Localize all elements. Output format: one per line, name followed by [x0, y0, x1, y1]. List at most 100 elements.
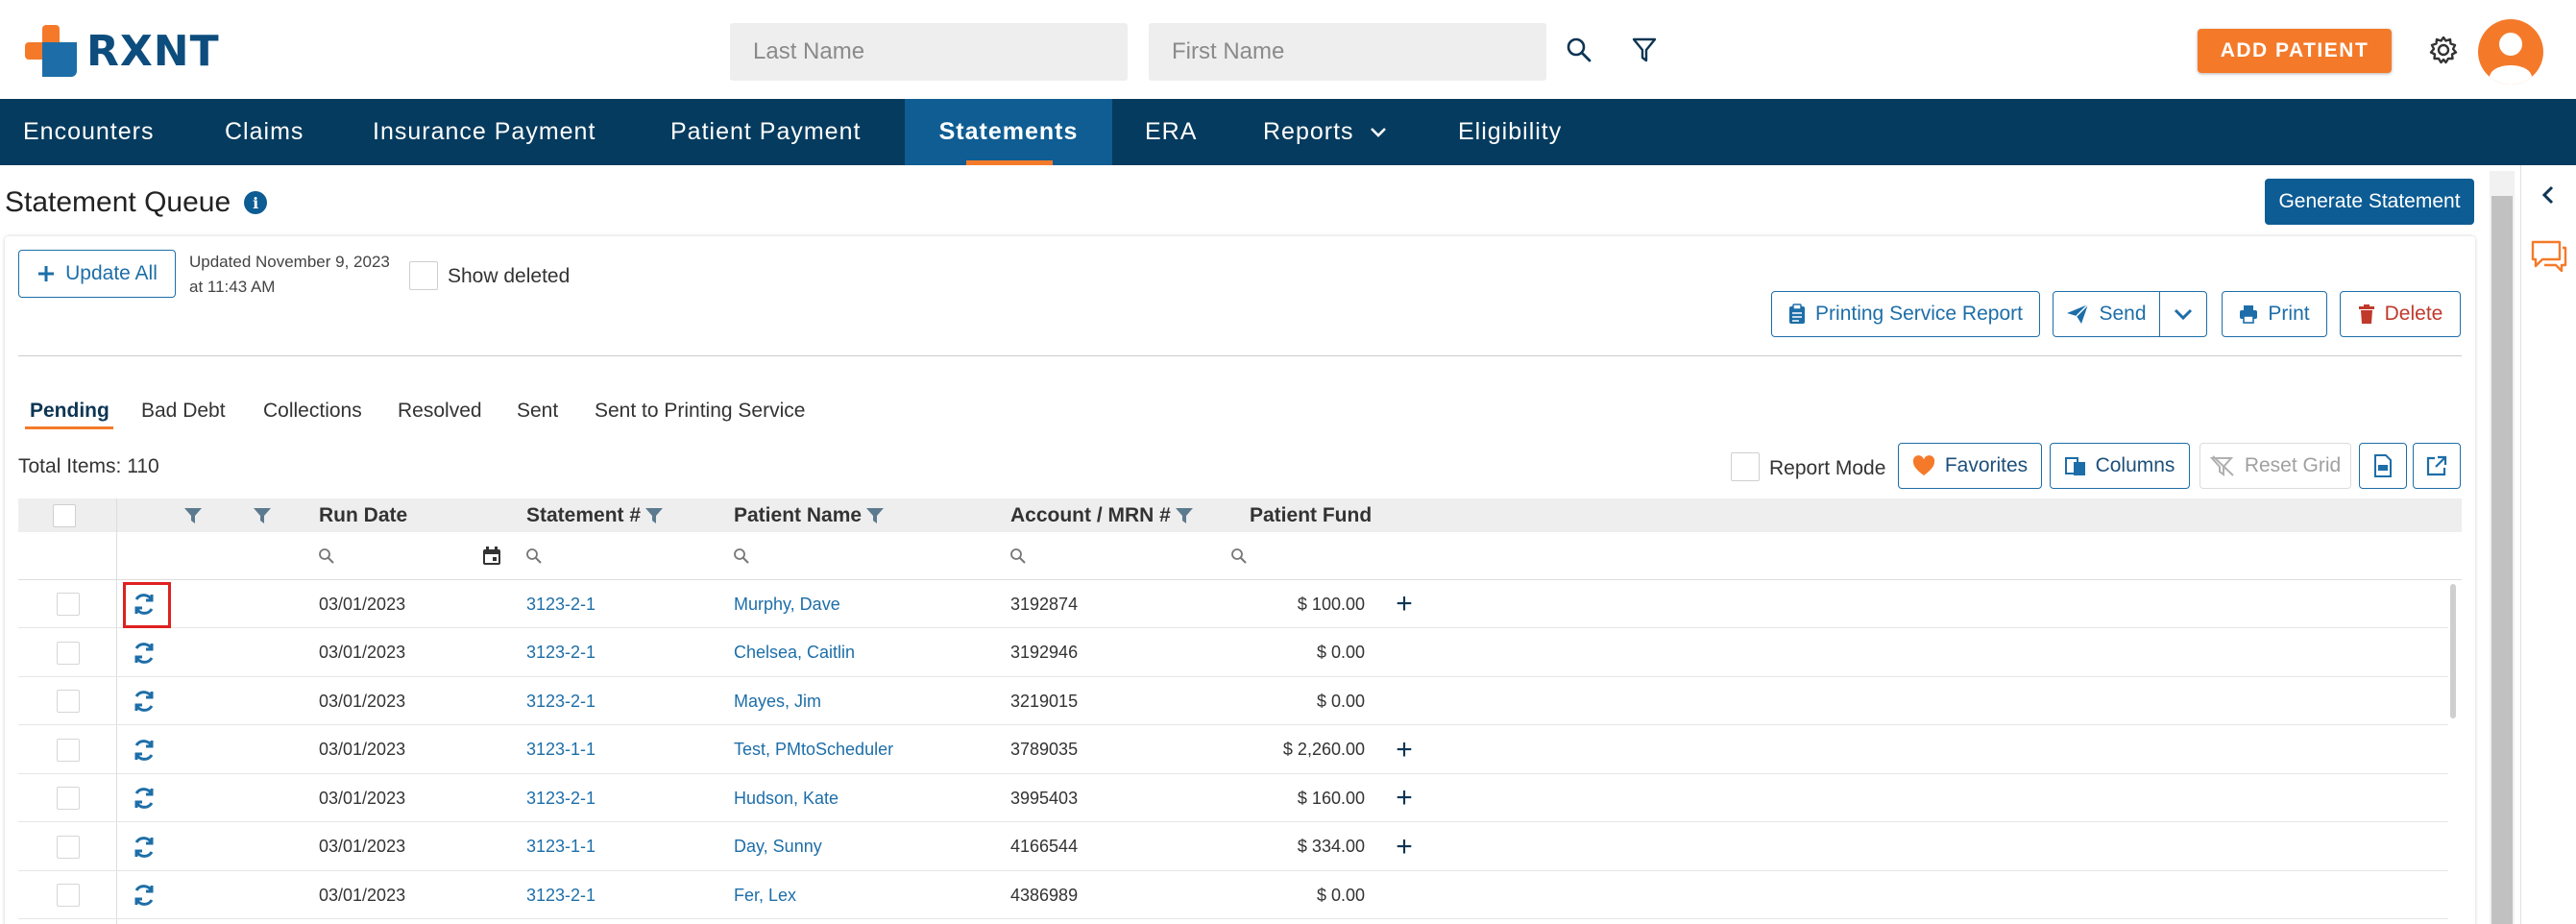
generate-statement-button[interactable]: Generate Statement	[2265, 179, 2474, 225]
cell-patient-name-link[interactable]: Hudson, Kate	[734, 774, 838, 822]
refresh-icon[interactable]	[130, 881, 158, 910]
favorites-button[interactable]: Favorites	[1898, 443, 2042, 489]
add-patient-button[interactable]: ADD PATIENT	[2198, 29, 2392, 73]
table-row[interactable]: 03/01/2023 3123-2-1 Chelsea, Caitlin 319294…	[18, 629, 2448, 677]
printing-service-report-button[interactable]: Printing Service Report	[1771, 291, 2040, 337]
chevron-left-icon[interactable]	[2540, 184, 2556, 206]
send-button[interactable]: Send	[2053, 291, 2160, 337]
search-icon[interactable]	[525, 547, 543, 565]
delete-button[interactable]: Delete	[2340, 291, 2461, 337]
reset-grid-button[interactable]: Reset Grid	[2199, 443, 2351, 489]
table-row[interactable]: 03/01/2023 3123-2-1 Murphy, Dave 3192874 $ 1…	[18, 580, 2448, 628]
col-account-mrn[interactable]: Account / MRN #	[1010, 498, 1194, 532]
refresh-icon[interactable]	[130, 736, 158, 765]
search-icon[interactable]	[318, 547, 335, 565]
cell-statement-link[interactable]: 3123-2-1	[526, 774, 595, 822]
nav-statements[interactable]: Statements	[905, 99, 1112, 165]
refresh-icon[interactable]	[130, 687, 158, 716]
table-row[interactable]: 03/01/2023 3123-2-1 Mayes, Jim 3219015 $ 0.0…	[18, 677, 2448, 725]
first-name-input[interactable]: First Name	[1149, 23, 1546, 81]
user-avatar[interactable]	[2478, 19, 2543, 85]
filter-icon[interactable]	[865, 506, 885, 525]
row-checkbox[interactable]	[57, 593, 80, 616]
export-pdf-button[interactable]	[2359, 443, 2407, 489]
cell-patient-name-link[interactable]: Murphy, Dave	[734, 580, 840, 628]
nav-insurance-payment[interactable]: Insurance Payment	[373, 99, 595, 165]
page-scrollbar-thumb[interactable]	[2491, 196, 2513, 924]
refresh-icon[interactable]	[130, 639, 158, 668]
expand-plus-icon[interactable]: +	[1390, 823, 1419, 871]
cell-patient-name-link[interactable]: Mayes, Jim	[734, 677, 821, 725]
first-name-placeholder: First Name	[1172, 38, 1285, 64]
tab-sent[interactable]: Sent	[517, 400, 558, 423]
cell-statement-link[interactable]: 3123-1-1	[526, 726, 595, 774]
print-button[interactable]: Print	[2222, 291, 2327, 337]
col-statement[interactable]: Statement #	[526, 498, 664, 532]
gear-icon[interactable]	[2422, 29, 2465, 71]
nav-patient-payment[interactable]: Patient Payment	[670, 99, 861, 165]
nav-reports[interactable]: Reports	[1263, 99, 1387, 165]
cell-statement-link[interactable]: 3123-2-1	[526, 871, 595, 919]
nav-era[interactable]: ERA	[1145, 99, 1197, 165]
update-all-button[interactable]: Update All	[18, 250, 176, 298]
refresh-icon[interactable]	[130, 784, 158, 813]
print-label: Print	[2268, 303, 2310, 325]
filter-icon[interactable]	[644, 506, 664, 525]
row-checkbox[interactable]	[57, 787, 80, 810]
table-row[interactable]: 03/01/2023 3123-2-1 Fer, Lex 4386989 $ 0.00	[18, 871, 2448, 919]
col-patient-name[interactable]: Patient Name	[734, 498, 885, 532]
tab-sent-to-printing-service[interactable]: Sent to Printing Service	[595, 400, 805, 423]
tab-collections[interactable]: Collections	[263, 400, 362, 423]
search-icon[interactable]	[733, 547, 750, 565]
search-icon[interactable]	[1230, 547, 1248, 565]
table-row[interactable]: 03/01/2023 3123-1-1 Test, PMtoScheduler 378…	[18, 726, 2448, 774]
col-patient-name-label: Patient Name	[734, 503, 863, 526]
filter-icon[interactable]	[1623, 29, 1665, 71]
export-button[interactable]	[2413, 443, 2461, 489]
expand-plus-icon[interactable]: +	[1390, 774, 1419, 822]
cell-patient-name-link[interactable]: Test, PMtoScheduler	[734, 726, 893, 774]
col-run-date[interactable]: Run Date	[319, 498, 407, 532]
nav-eligibility[interactable]: Eligibility	[1458, 99, 1562, 165]
cell-statement-link[interactable]: 3123-2-1	[526, 629, 595, 677]
search-icon[interactable]	[1009, 547, 1027, 565]
send-dropdown-button[interactable]	[2159, 291, 2207, 337]
columns-button[interactable]: Columns	[2050, 443, 2190, 489]
grid-scrollbar[interactable]	[2450, 584, 2456, 718]
expand-plus-icon[interactable]: +	[1390, 580, 1419, 628]
refresh-icon[interactable]	[130, 833, 158, 862]
cell-run-date: 03/01/2023	[319, 837, 406, 856]
expand-plus-icon[interactable]: +	[1390, 726, 1419, 774]
filter-icon[interactable]	[253, 506, 272, 525]
cell-statement-link[interactable]: 3123-2-1	[526, 580, 595, 628]
show-deleted-checkbox[interactable]	[409, 261, 438, 290]
row-checkbox[interactable]	[57, 690, 80, 713]
info-icon[interactable]: i	[244, 191, 268, 214]
cell-patient-name-link[interactable]: Fer, Lex	[734, 871, 796, 919]
row-checkbox[interactable]	[57, 641, 80, 665]
filter-icon[interactable]	[1175, 506, 1194, 525]
tab-resolved[interactable]: Resolved	[398, 400, 482, 423]
col-patient-fund[interactable]: Patient Fund	[1250, 498, 1372, 532]
rxnt-logo[interactable]: RXNT	[25, 25, 220, 77]
cell-statement-link[interactable]: 3123-2-1	[526, 677, 595, 725]
nav-encounters[interactable]: Encounters	[23, 99, 154, 165]
cell-patient-name-link[interactable]: Day, Sunny	[734, 823, 822, 871]
filter-icon[interactable]	[183, 506, 203, 525]
select-all-checkbox[interactable]	[53, 504, 76, 527]
cell-statement-link[interactable]: 3123-1-1	[526, 823, 595, 871]
report-mode-checkbox[interactable]	[1731, 452, 1760, 481]
row-checkbox[interactable]	[57, 835, 80, 859]
tab-pending[interactable]: Pending	[30, 400, 109, 423]
table-row[interactable]: 03/01/2023 3123-1-1 Day, Sunny 4166544 $ 334…	[18, 823, 2448, 871]
last-name-input[interactable]: Last Name	[730, 23, 1128, 81]
nav-claims[interactable]: Claims	[225, 99, 304, 165]
row-checkbox[interactable]	[57, 884, 80, 907]
row-checkbox[interactable]	[57, 738, 80, 762]
tab-bad-debt[interactable]: Bad Debt	[141, 400, 226, 423]
cell-patient-name-link[interactable]: Chelsea, Caitlin	[734, 629, 855, 677]
chat-icon[interactable]	[2531, 240, 2567, 273]
calendar-icon[interactable]	[481, 546, 502, 567]
search-icon[interactable]	[1558, 29, 1600, 71]
table-row[interactable]: 03/01/2023 3123-2-1 Hudson, Kate 3995403 $ 1…	[18, 774, 2448, 822]
